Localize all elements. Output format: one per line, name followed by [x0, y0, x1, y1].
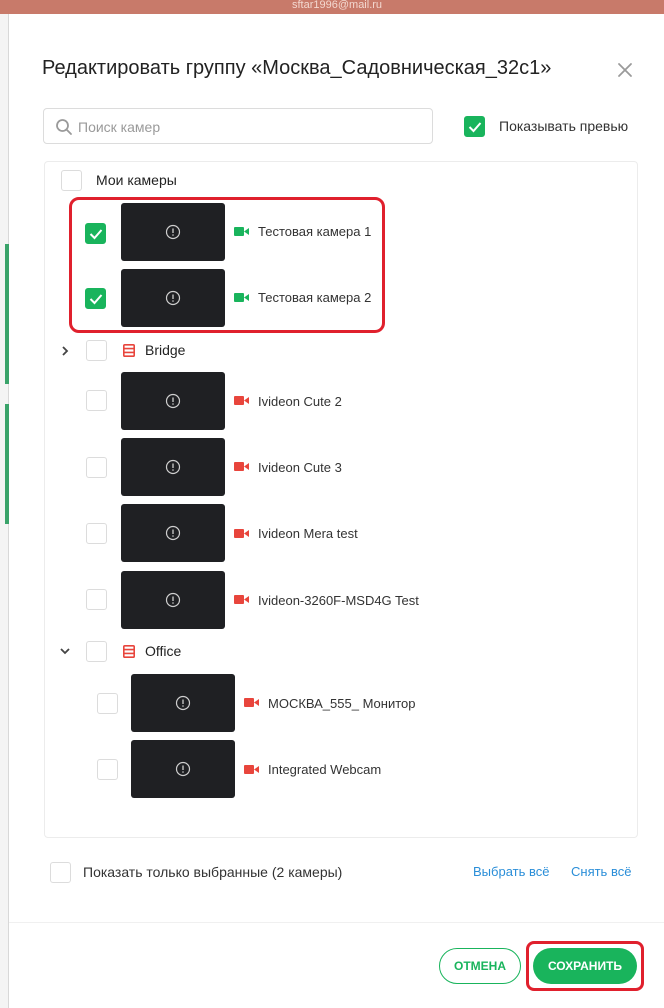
camera-preview[interactable] [121, 571, 225, 629]
camera-name: Тестовая камера 2 [258, 290, 372, 305]
camera-offline-icon [244, 698, 259, 707]
camera-checkbox[interactable] [86, 390, 107, 411]
group-checkbox-my-cameras[interactable] [61, 170, 82, 191]
camera-checkbox[interactable] [97, 693, 118, 714]
close-icon [618, 63, 632, 77]
camera-name: Ivideon Cute 3 [258, 460, 342, 475]
chevron-down-icon[interactable] [59, 646, 71, 656]
camera-online-icon [234, 293, 249, 302]
camera-tree-list [44, 161, 638, 838]
checkmark-icon [89, 229, 103, 240]
deselect-all-link[interactable]: Снять всё [571, 864, 631, 879]
search-input[interactable] [78, 116, 418, 138]
background-left-strip [0, 14, 9, 1008]
chevron-right-icon[interactable] [60, 345, 70, 357]
alert-circle-icon [165, 592, 181, 608]
camera-checkbox[interactable] [85, 288, 106, 309]
close-button[interactable] [613, 58, 637, 82]
server-icon [123, 645, 135, 658]
alert-circle-icon [175, 695, 191, 711]
select-all-link[interactable]: Выбрать всё [473, 864, 549, 879]
search-field[interactable] [43, 108, 433, 144]
camera-offline-icon [234, 595, 249, 604]
search-icon [56, 119, 72, 135]
group-title-bridge: Bridge [145, 342, 186, 358]
camera-preview[interactable] [121, 203, 225, 261]
server-icon [123, 344, 135, 357]
group-checkbox-office[interactable] [86, 641, 107, 662]
alert-circle-icon [175, 761, 191, 777]
checkmark-icon [468, 122, 482, 133]
alert-circle-icon [165, 290, 181, 306]
background-user-email: sftar1996@mail.ru [292, 0, 383, 11]
show-preview-checkbox[interactable] [464, 116, 485, 137]
camera-preview[interactable] [121, 438, 225, 496]
group-title-my-cameras: Мои камеры [96, 172, 177, 188]
group-title-office: Office [145, 643, 182, 659]
alert-circle-icon [165, 459, 181, 475]
camera-name: Integrated Webcam [268, 762, 382, 777]
camera-offline-icon [234, 529, 249, 538]
camera-name: Ivideon Mera test [258, 526, 358, 541]
show-only-selected-checkbox[interactable] [50, 862, 71, 883]
alert-circle-icon [165, 393, 181, 409]
checkmark-icon [89, 294, 103, 305]
background-top-bar: sftar1996@mail.ru [0, 0, 664, 14]
camera-name: Ivideon Cute 2 [258, 394, 342, 409]
camera-online-icon [234, 227, 249, 236]
camera-preview[interactable] [121, 269, 225, 327]
dialog-title: Редактировать группу «Москва_Садовническ… [42, 57, 552, 79]
camera-preview[interactable] [131, 740, 235, 798]
alert-circle-icon [165, 224, 181, 240]
save-button[interactable]: СОХРАНИТЬ [533, 948, 637, 984]
show-only-selected-label: Показать только выбранные (2 камеры) [83, 864, 343, 880]
camera-preview[interactable] [121, 504, 225, 562]
camera-offline-icon [234, 396, 249, 405]
camera-checkbox[interactable] [97, 759, 118, 780]
camera-offline-icon [234, 462, 249, 471]
edit-group-dialog: Редактировать группу «Москва_Садовническ… [9, 14, 664, 1008]
camera-checkbox[interactable] [86, 457, 107, 478]
camera-checkbox[interactable] [85, 223, 106, 244]
camera-offline-icon [244, 765, 259, 774]
cancel-button[interactable]: ОТМЕНА [439, 948, 521, 984]
show-preview-label: Показывать превью [499, 118, 629, 134]
camera-name: Тестовая камера 1 [258, 224, 372, 239]
camera-checkbox[interactable] [86, 523, 107, 544]
camera-name: МОСКВА_555_ Монитор [268, 696, 416, 711]
group-checkbox-bridge[interactable] [86, 340, 107, 361]
alert-circle-icon [165, 525, 181, 541]
camera-preview[interactable] [131, 674, 235, 732]
camera-preview[interactable] [121, 372, 225, 430]
camera-name: Ivideon-3260F-MSD4G Test [258, 593, 419, 608]
camera-checkbox[interactable] [86, 589, 107, 610]
footer-divider [9, 922, 664, 923]
